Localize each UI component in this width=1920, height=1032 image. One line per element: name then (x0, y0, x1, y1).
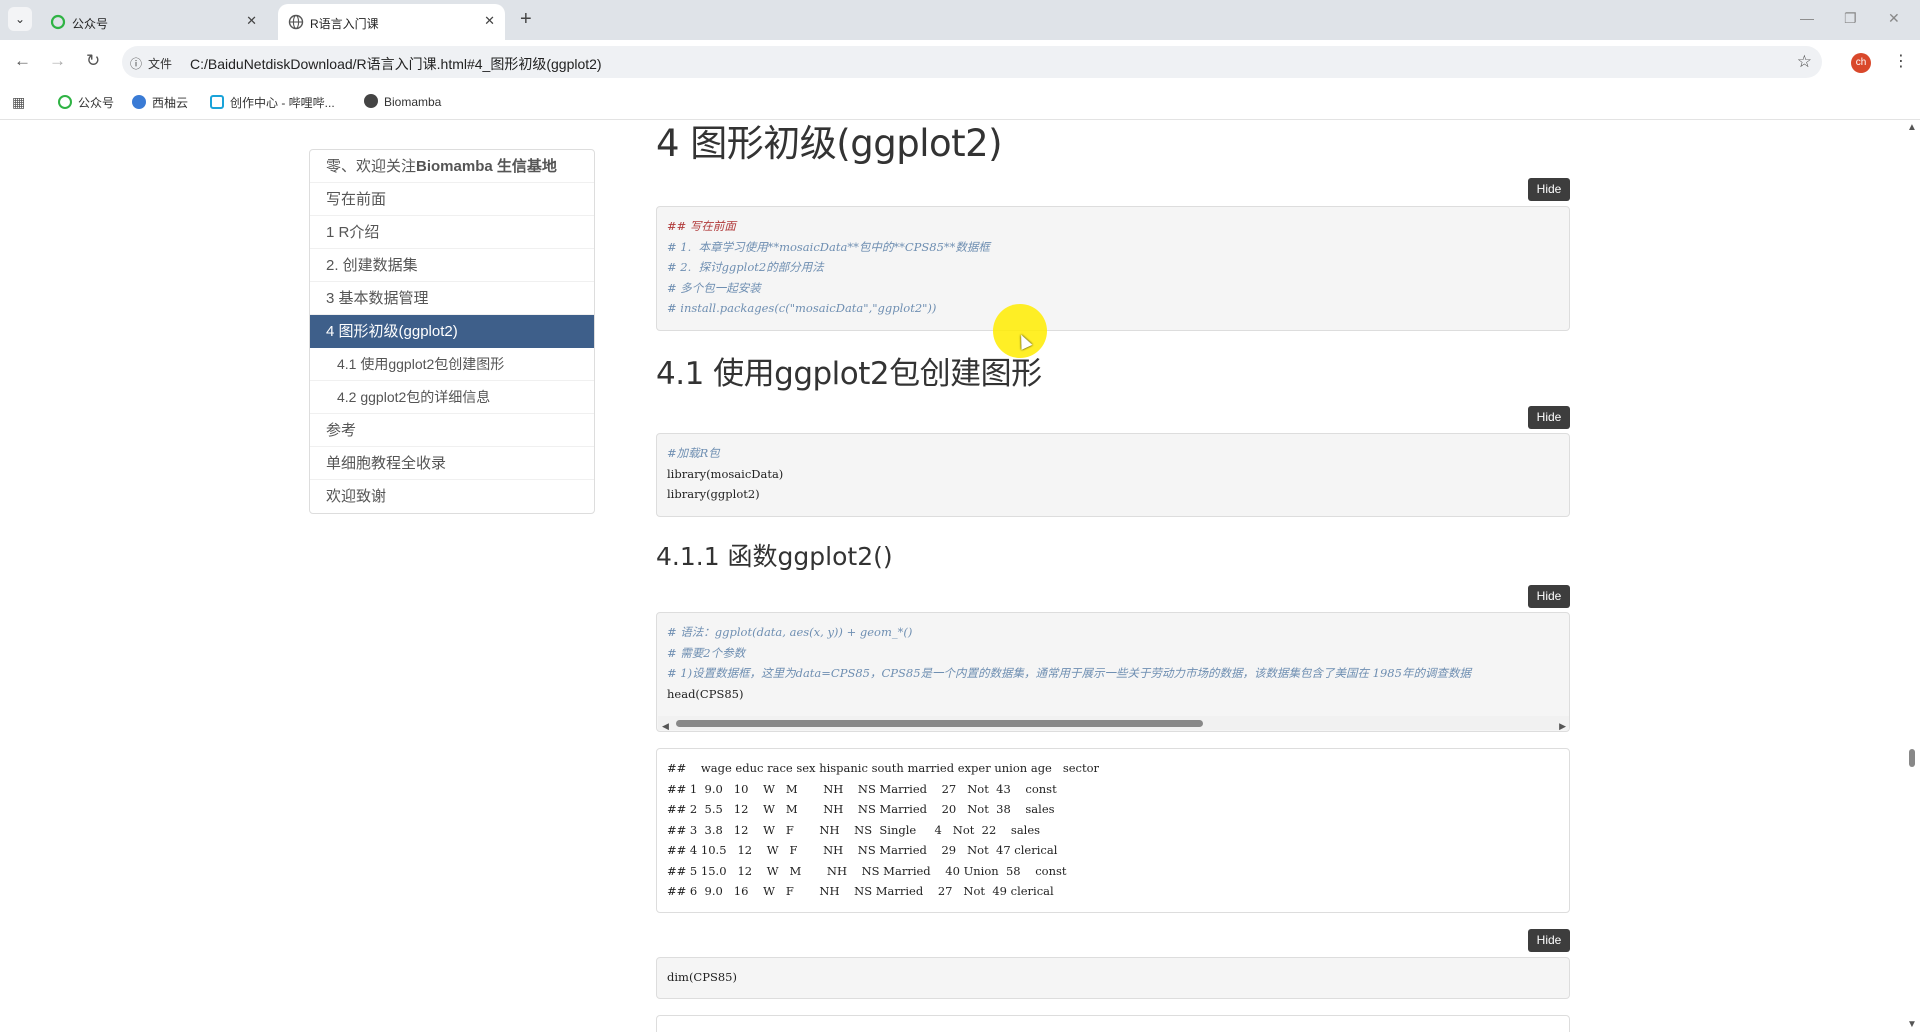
bookmark-gongzhonghao[interactable]: 公众号 (58, 94, 114, 111)
bilibili-icon (210, 95, 224, 109)
reload-icon[interactable]: ↻ (86, 51, 100, 71)
hide-code-button[interactable]: Hide (1528, 178, 1570, 201)
tab-r-course[interactable]: R语言入门课 ✕ (278, 4, 505, 40)
bookmark-biomamba[interactable]: Biomamba (364, 94, 441, 109)
section-heading-4: 4 图形初级(ggplot2) (656, 122, 1003, 165)
back-arrow-icon[interactable]: ← (14, 51, 31, 71)
toc-item-references[interactable]: 参考 (310, 414, 594, 447)
tab-title: R语言入门课 (310, 17, 379, 31)
toc-item-welcome[interactable]: 零、欢迎关注Biomamba 生信基地 (310, 150, 594, 183)
code-block-ggplot-syntax: # 语法：ggplot(data, aes(x, y)) + geom_*() … (656, 612, 1570, 732)
toc-item-create-plots[interactable]: 4.1 使用ggplot2包创建图形 (310, 348, 594, 381)
scrollbar-thumb[interactable] (1909, 749, 1915, 767)
wechat-icon (50, 14, 66, 30)
code-block-preface: ## 写在前面 # 1. 本章学习使用**mosaicData**包中的**CP… (656, 206, 1570, 331)
tab-gongzhonghao[interactable]: 公众号 ✕ (40, 4, 267, 40)
info-icon[interactable]: ⓘ (130, 55, 142, 72)
globe-icon (288, 14, 304, 30)
menu-kebab-icon[interactable]: ⋮ (1893, 51, 1909, 71)
page-viewport: 零、欢迎关注Biomamba 生信基地 写在前面 1 R介绍 2. 创建数据集 … (0, 120, 1920, 1032)
section-heading-4-1-1: 4.1.1 函数ggplot2() (656, 542, 893, 571)
url-text[interactable]: C:/BaiduNetdiskDownload/R语言入门课.html#4_图形… (190, 54, 602, 74)
new-tab-button[interactable]: + (520, 8, 532, 30)
tab-strip: ⌄ 公众号 ✕ R语言入门课 ✕ + — ❐ ✕ (0, 0, 1920, 40)
close-window-icon[interactable]: ✕ (1888, 10, 1900, 27)
browser-toolbar: ← → ↻ ⓘ 文件 C:/BaiduNetdiskDownload/R语言入门… (0, 40, 1920, 84)
close-tab-icon[interactable]: ✕ (246, 13, 257, 29)
toc-item-single-cell[interactable]: 单细胞教程全收录 (310, 447, 594, 480)
scroll-left-icon[interactable]: ◀ (662, 717, 669, 731)
hide-code-button[interactable]: Hide (1528, 585, 1570, 608)
bookmark-bilibili[interactable]: 创作中心 - 哔哩哔... (210, 94, 335, 111)
apps-grid-icon[interactable]: ▦ (12, 94, 25, 111)
biomamba-logo-icon (364, 94, 378, 108)
bookmark-xiyouyun[interactable]: 西柚云 (132, 94, 188, 111)
profile-avatar[interactable]: ch (1851, 53, 1871, 73)
toc-item-create-dataset[interactable]: 2. 创建数据集 (310, 249, 594, 282)
table-of-contents: 零、欢迎关注Biomamba 生信基地 写在前面 1 R介绍 2. 创建数据集 … (309, 149, 595, 514)
wechat-icon (58, 95, 72, 109)
vertical-scrollbar[interactable]: ▲ ▼ (1904, 120, 1920, 1032)
output-block-head-cps85: ## wage educ race sex hispanic south mar… (656, 748, 1570, 913)
toc-item-r-intro[interactable]: 1 R介绍 (310, 216, 594, 249)
tab-search-button[interactable]: ⌄ (8, 7, 32, 31)
section-heading-4-1: 4.1 使用ggplot2包创建图形 (656, 356, 1042, 392)
code-block-load-packages: #加载R包 library(mosaicData) library(ggplot… (656, 433, 1570, 517)
code-block-dim: dim(CPS85) (656, 957, 1570, 999)
close-tab-icon[interactable]: ✕ (484, 13, 495, 29)
bookmarks-bar: ▦ 公众号 西柚云 创作中心 - 哔哩哔... Biomamba (0, 84, 1920, 120)
address-bar[interactable]: ⓘ 文件 C:/BaiduNetdiskDownload/R语言入门课.html… (122, 46, 1822, 78)
tab-title: 公众号 (72, 17, 109, 31)
scroll-up-icon[interactable]: ▲ (1907, 122, 1917, 133)
hide-code-button[interactable]: Hide (1528, 406, 1570, 429)
hide-code-button[interactable]: Hide (1528, 929, 1570, 952)
forward-arrow-icon[interactable]: → (49, 51, 66, 71)
toc-item-thanks[interactable]: 欢迎致谢 (310, 480, 594, 513)
toc-item-data-management[interactable]: 3 基本数据管理 (310, 282, 594, 315)
toc-item-preface[interactable]: 写在前面 (310, 183, 594, 216)
output-block-dim (656, 1015, 1570, 1032)
security-chip[interactable]: 文件 (148, 55, 172, 72)
scrollbar-thumb[interactable] (676, 720, 1203, 727)
scroll-down-icon[interactable]: ▼ (1907, 1019, 1917, 1030)
minimize-icon[interactable]: — (1800, 10, 1814, 26)
scroll-right-icon[interactable]: ▶ (1559, 717, 1566, 731)
bookmark-star-icon[interactable]: ☆ (1797, 52, 1812, 72)
cursor-highlight (993, 304, 1047, 358)
horizontal-scrollbar[interactable]: ◀ ▶ (658, 716, 1569, 731)
cloud-icon (132, 95, 146, 109)
toc-item-ggplot2-details[interactable]: 4.2 ggplot2包的详细信息 (310, 381, 594, 414)
restore-icon[interactable]: ❐ (1844, 10, 1857, 27)
toc-item-ggplot2-basics[interactable]: 4 图形初级(ggplot2) (310, 315, 594, 348)
